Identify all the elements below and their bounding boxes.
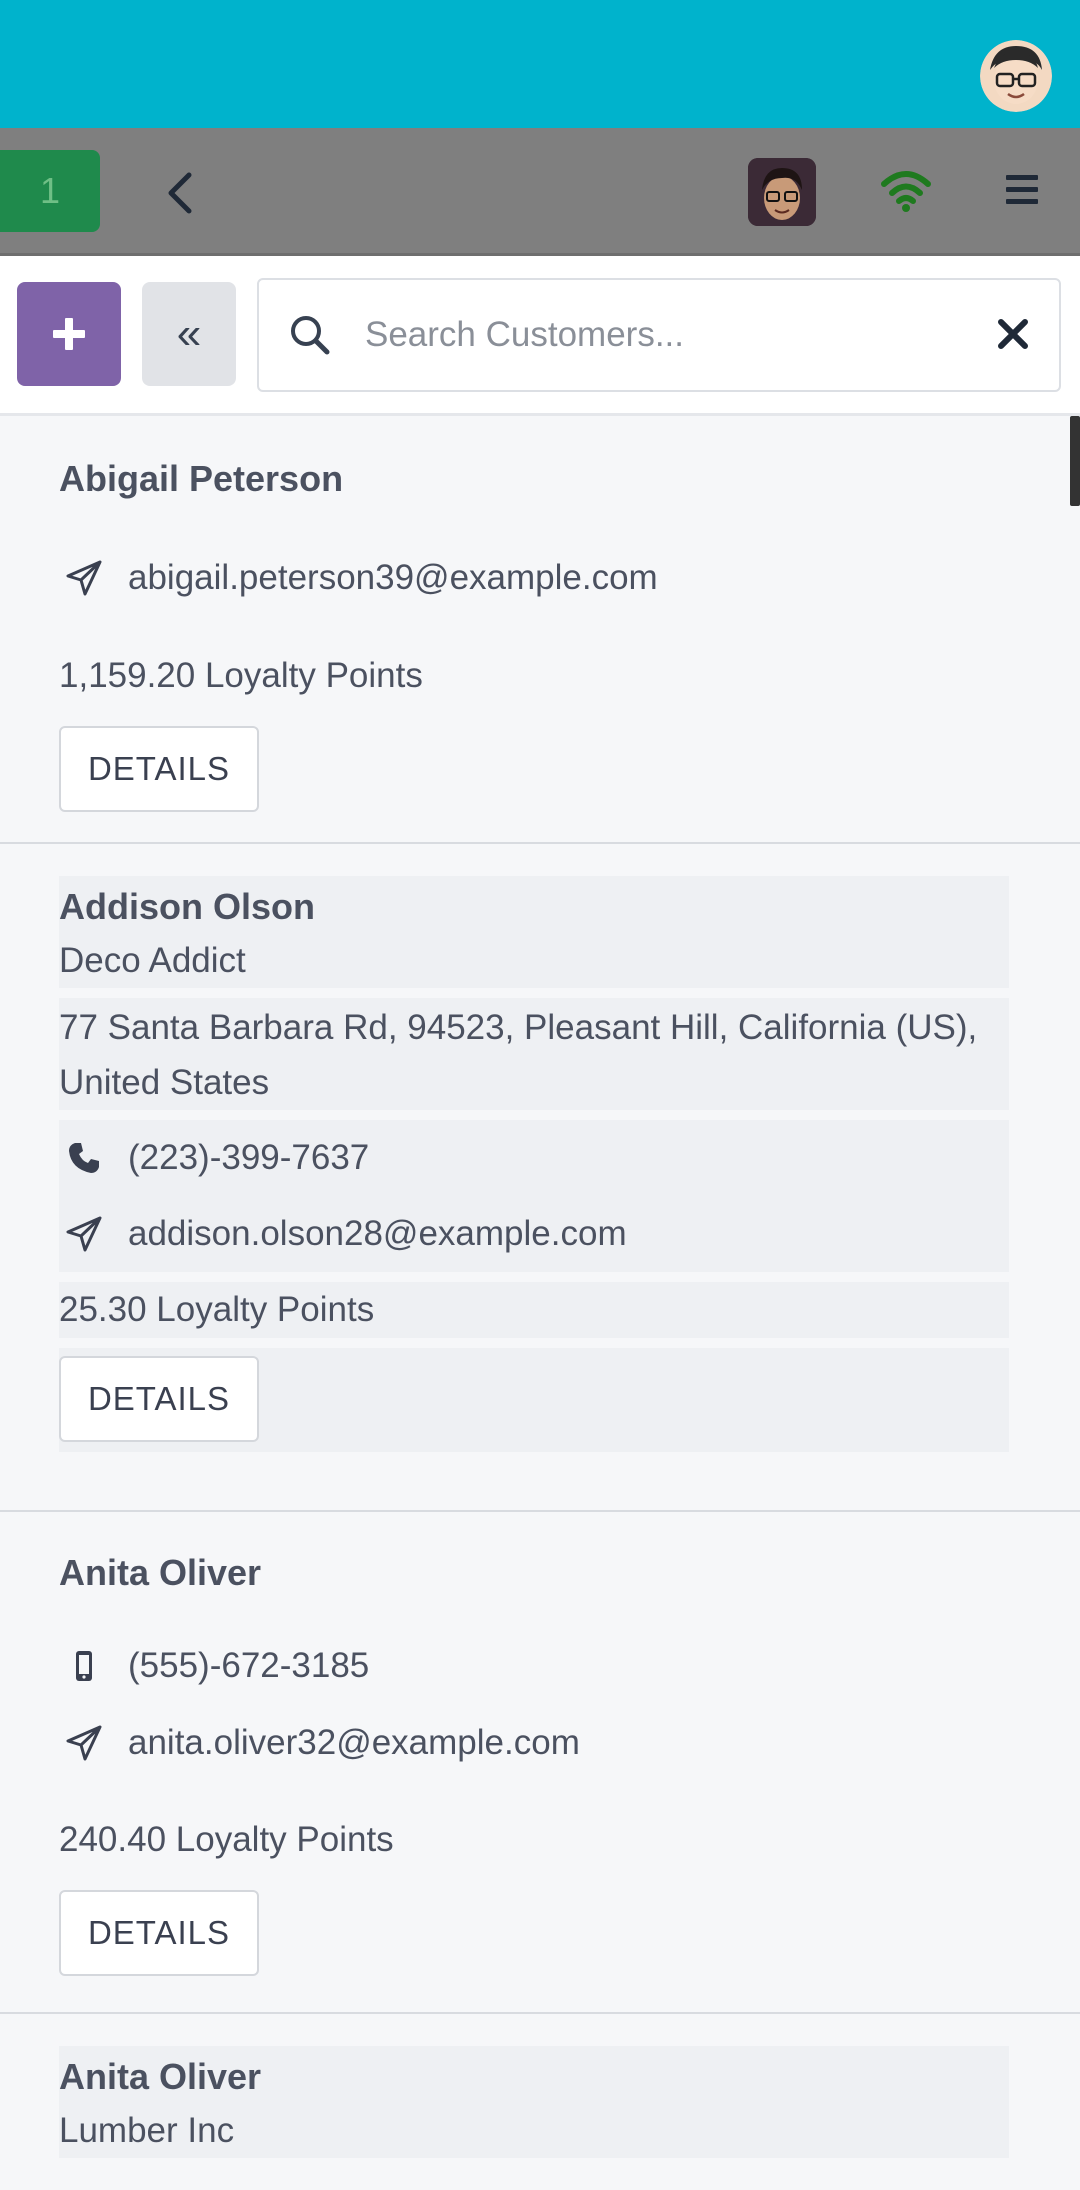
customer-card[interactable]: Anita Oliver Lumber Inc bbox=[0, 2014, 1080, 2190]
customer-card[interactable]: Abigail Peterson abigail.peterson39@exam… bbox=[0, 416, 1080, 844]
customer-company: Deco Addict bbox=[59, 941, 246, 980]
customer-phone-row: (223)-399-7637 bbox=[59, 1130, 369, 1186]
customer-card[interactable]: Anita Oliver (555)-672-3185 anita.oliver… bbox=[0, 1512, 1080, 2014]
customer-name: Anita Oliver bbox=[59, 2056, 262, 2097]
customer-email-row: addison.olson28@example.com bbox=[59, 1206, 627, 1262]
search-input[interactable] bbox=[365, 300, 925, 370]
pos-navbar: 1 bbox=[0, 128, 1080, 256]
search-box[interactable] bbox=[257, 278, 1061, 392]
paper-plane-icon bbox=[59, 1721, 109, 1765]
customer-company: Lumber Inc bbox=[59, 2111, 235, 2150]
top-bar bbox=[0, 0, 1080, 128]
paper-plane-icon bbox=[59, 1212, 109, 1256]
customer-email: anita.oliver32@example.com bbox=[128, 1723, 580, 1762]
user-avatar-icon[interactable] bbox=[980, 40, 1052, 112]
hamburger-menu-icon[interactable] bbox=[998, 168, 1048, 214]
close-icon[interactable] bbox=[995, 316, 1031, 352]
new-customer-button[interactable] bbox=[17, 282, 121, 386]
customer-name: Addison Olson bbox=[59, 886, 315, 927]
customer-email-row: anita.oliver32@example.com bbox=[59, 1715, 580, 1771]
customer-mobile-row: (555)-672-3185 bbox=[59, 1638, 369, 1694]
customer-list[interactable]: Abigail Peterson abigail.peterson39@exam… bbox=[0, 416, 1080, 2190]
customer-email-row: abigail.peterson39@example.com bbox=[59, 550, 658, 606]
paper-plane-icon bbox=[59, 556, 109, 600]
details-button[interactable]: DETAILS bbox=[59, 1356, 259, 1442]
collapse-button[interactable]: « bbox=[142, 282, 236, 386]
customer-name: Abigail Peterson bbox=[59, 458, 344, 499]
customer-name: Anita Oliver bbox=[59, 1552, 262, 1593]
loyalty-points: 1,159.20 Loyalty Points bbox=[59, 656, 423, 695]
customer-address-line1: 77 Santa Barbara Rd, 94523, Pleasant Hil… bbox=[59, 1008, 978, 1047]
order-count-button[interactable]: 1 bbox=[0, 150, 100, 232]
order-count: 1 bbox=[39, 170, 61, 211]
details-button[interactable]: DETAILS bbox=[59, 726, 259, 812]
customer-card[interactable]: Addison Olson Deco Addict 77 Santa Barba… bbox=[0, 844, 1080, 1512]
back-button[interactable] bbox=[150, 158, 210, 228]
customer-address-line2: United States bbox=[59, 1063, 270, 1102]
plus-icon bbox=[53, 318, 85, 350]
double-chevron-left-icon: « bbox=[176, 309, 202, 358]
search-icon bbox=[291, 316, 330, 355]
customer-phone: (223)-399-7637 bbox=[128, 1138, 370, 1177]
customer-email: addison.olson28@example.com bbox=[128, 1214, 627, 1253]
customer-toolbar: « bbox=[0, 256, 1080, 416]
loyalty-points: 25.30 Loyalty Points bbox=[59, 1290, 375, 1329]
customer-email: abigail.peterson39@example.com bbox=[128, 558, 658, 597]
cashier-avatar[interactable] bbox=[748, 158, 816, 226]
phone-icon bbox=[59, 1136, 109, 1180]
mobile-phone-icon bbox=[59, 1644, 109, 1688]
chevron-left-icon bbox=[168, 172, 192, 214]
loyalty-points: 240.40 Loyalty Points bbox=[59, 1820, 394, 1859]
scrollbar[interactable] bbox=[1070, 416, 1080, 506]
customer-mobile: (555)-672-3185 bbox=[128, 1646, 370, 1685]
wifi-icon bbox=[880, 168, 932, 214]
details-button[interactable]: DETAILS bbox=[59, 1890, 259, 1976]
